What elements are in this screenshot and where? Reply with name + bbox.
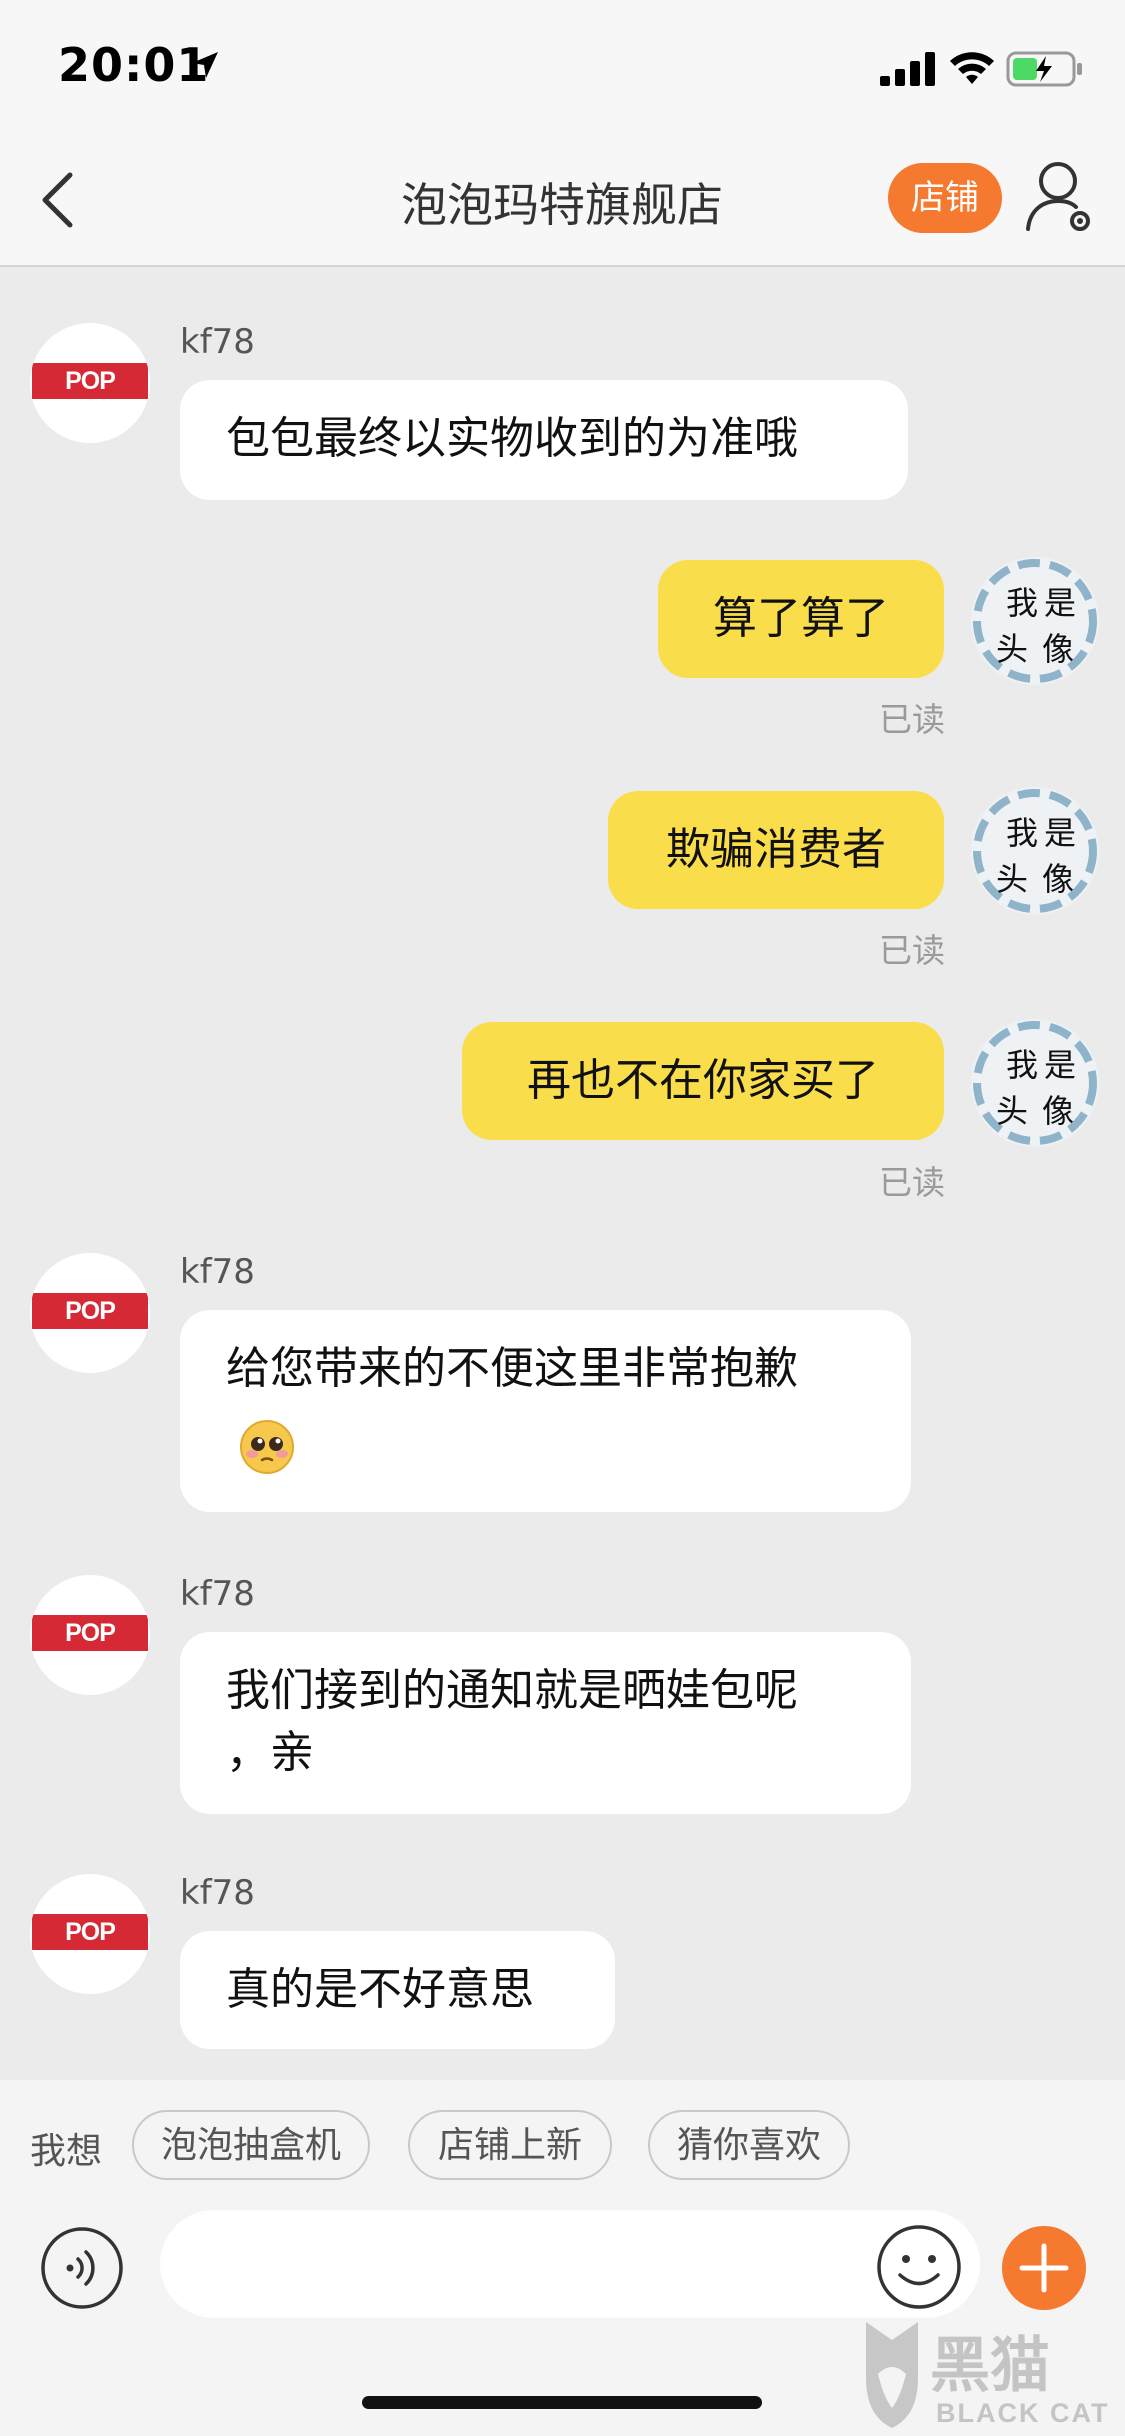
shop-avatar[interactable]: POP MART bbox=[30, 1575, 150, 1695]
cellular-signal-icon bbox=[880, 52, 935, 86]
sender-name: kf78 bbox=[180, 1873, 255, 1913]
svg-text:头: 头 bbox=[996, 860, 1028, 898]
back-button[interactable] bbox=[30, 165, 90, 235]
nav-bar: 泡泡玛特旗舰店 店铺 bbox=[0, 135, 1125, 267]
status-bar: 20:01 bbox=[0, 0, 1125, 135]
watermark-subtext: BLACK CAT bbox=[936, 2398, 1109, 2428]
svg-text:像: 像 bbox=[1042, 630, 1074, 668]
my-avatar[interactable]: 我 是 头 像 bbox=[966, 782, 1104, 920]
user-settings-icon[interactable] bbox=[1024, 157, 1094, 237]
shop-avatar[interactable]: POP MART bbox=[30, 1874, 150, 1994]
incoming-message-bubble[interactable]: 真的是不好意思 bbox=[180, 1931, 615, 2049]
page-title: 泡泡玛特旗舰店 bbox=[401, 178, 723, 232]
svg-text:是: 是 bbox=[1044, 584, 1076, 622]
sender-name: kf78 bbox=[180, 1574, 255, 1614]
message-text: 给您带来的不便这里非常抱歉 bbox=[226, 1343, 798, 1394]
pop-mart-logo: POP MART bbox=[32, 1914, 148, 1982]
svg-text:是: 是 bbox=[1044, 1046, 1076, 1084]
battery-charging-icon bbox=[1006, 51, 1082, 87]
outgoing-message-bubble[interactable]: 再也不在你家买了 bbox=[462, 1022, 944, 1140]
svg-text:我: 我 bbox=[1006, 584, 1038, 622]
pleading-face-emoji bbox=[240, 1420, 294, 1474]
incoming-message-bubble[interactable]: 我们接到的通知就是晒娃包呢 ，亲 bbox=[180, 1632, 911, 1814]
sender-name: kf78 bbox=[180, 1252, 255, 1292]
svg-text:我: 我 bbox=[1006, 1046, 1038, 1084]
my-avatar[interactable]: 我 是 头 像 bbox=[966, 1014, 1104, 1152]
emoji-icon[interactable] bbox=[876, 2224, 962, 2310]
shop-avatar[interactable]: POP MART bbox=[30, 323, 150, 443]
pop-mart-logo: POP MART bbox=[32, 363, 148, 431]
read-status: 已读 bbox=[879, 700, 945, 739]
add-button[interactable] bbox=[1002, 2226, 1086, 2310]
message-text: 我们接到的通知就是晒娃包呢 bbox=[226, 1665, 798, 1716]
svg-text:像: 像 bbox=[1042, 1092, 1074, 1130]
my-avatar[interactable]: 我 是 头 像 bbox=[966, 552, 1104, 690]
quick-reply-label: 我想 bbox=[30, 2131, 103, 2172]
location-arrow-icon bbox=[192, 52, 218, 78]
wifi-icon bbox=[950, 52, 994, 84]
svg-text:头: 头 bbox=[996, 630, 1028, 668]
pop-mart-logo: POP MART bbox=[32, 1615, 148, 1683]
chip-blind-box[interactable]: 泡泡抽盒机 bbox=[132, 2110, 370, 2180]
chip-guess-you-like[interactable]: 猜你喜欢 bbox=[648, 2110, 850, 2180]
store-button[interactable]: 店铺 bbox=[888, 163, 1002, 233]
chip-store-new[interactable]: 店铺上新 bbox=[408, 2110, 612, 2180]
message-text: ，亲 bbox=[226, 1727, 314, 1778]
incoming-message-bubble[interactable]: 包包最终以实物收到的为准哦 bbox=[180, 380, 908, 500]
message-input[interactable] bbox=[160, 2210, 980, 2318]
svg-text:头: 头 bbox=[996, 1092, 1028, 1130]
outgoing-message-bubble[interactable]: 欺骗消费者 bbox=[608, 791, 944, 909]
svg-text:我: 我 bbox=[1006, 814, 1038, 852]
status-time: 20:01 bbox=[58, 38, 210, 92]
watermark-text: 黑猫 bbox=[930, 2331, 1050, 2401]
quick-reply-bar: 我想 泡泡抽盒机 店铺上新 猜你喜欢 bbox=[0, 2080, 1125, 2210]
plus-icon bbox=[1019, 2243, 1069, 2293]
sender-name: kf78 bbox=[180, 322, 255, 362]
voice-input-icon[interactable] bbox=[40, 2226, 124, 2310]
shop-avatar[interactable]: POP MART bbox=[30, 1253, 150, 1373]
incoming-message-bubble[interactable]: 给您带来的不便这里非常抱歉 bbox=[180, 1310, 911, 1512]
read-status: 已读 bbox=[879, 931, 945, 970]
black-cat-watermark: 黑猫 BLACK CAT bbox=[866, 2322, 1109, 2428]
pop-mart-logo: POP MART bbox=[32, 1293, 148, 1361]
read-status: 已读 bbox=[879, 1163, 945, 1202]
home-indicator[interactable] bbox=[362, 2396, 762, 2409]
outgoing-message-bubble[interactable]: 算了算了 bbox=[658, 560, 944, 678]
svg-text:像: 像 bbox=[1042, 860, 1074, 898]
svg-text:是: 是 bbox=[1044, 814, 1076, 852]
